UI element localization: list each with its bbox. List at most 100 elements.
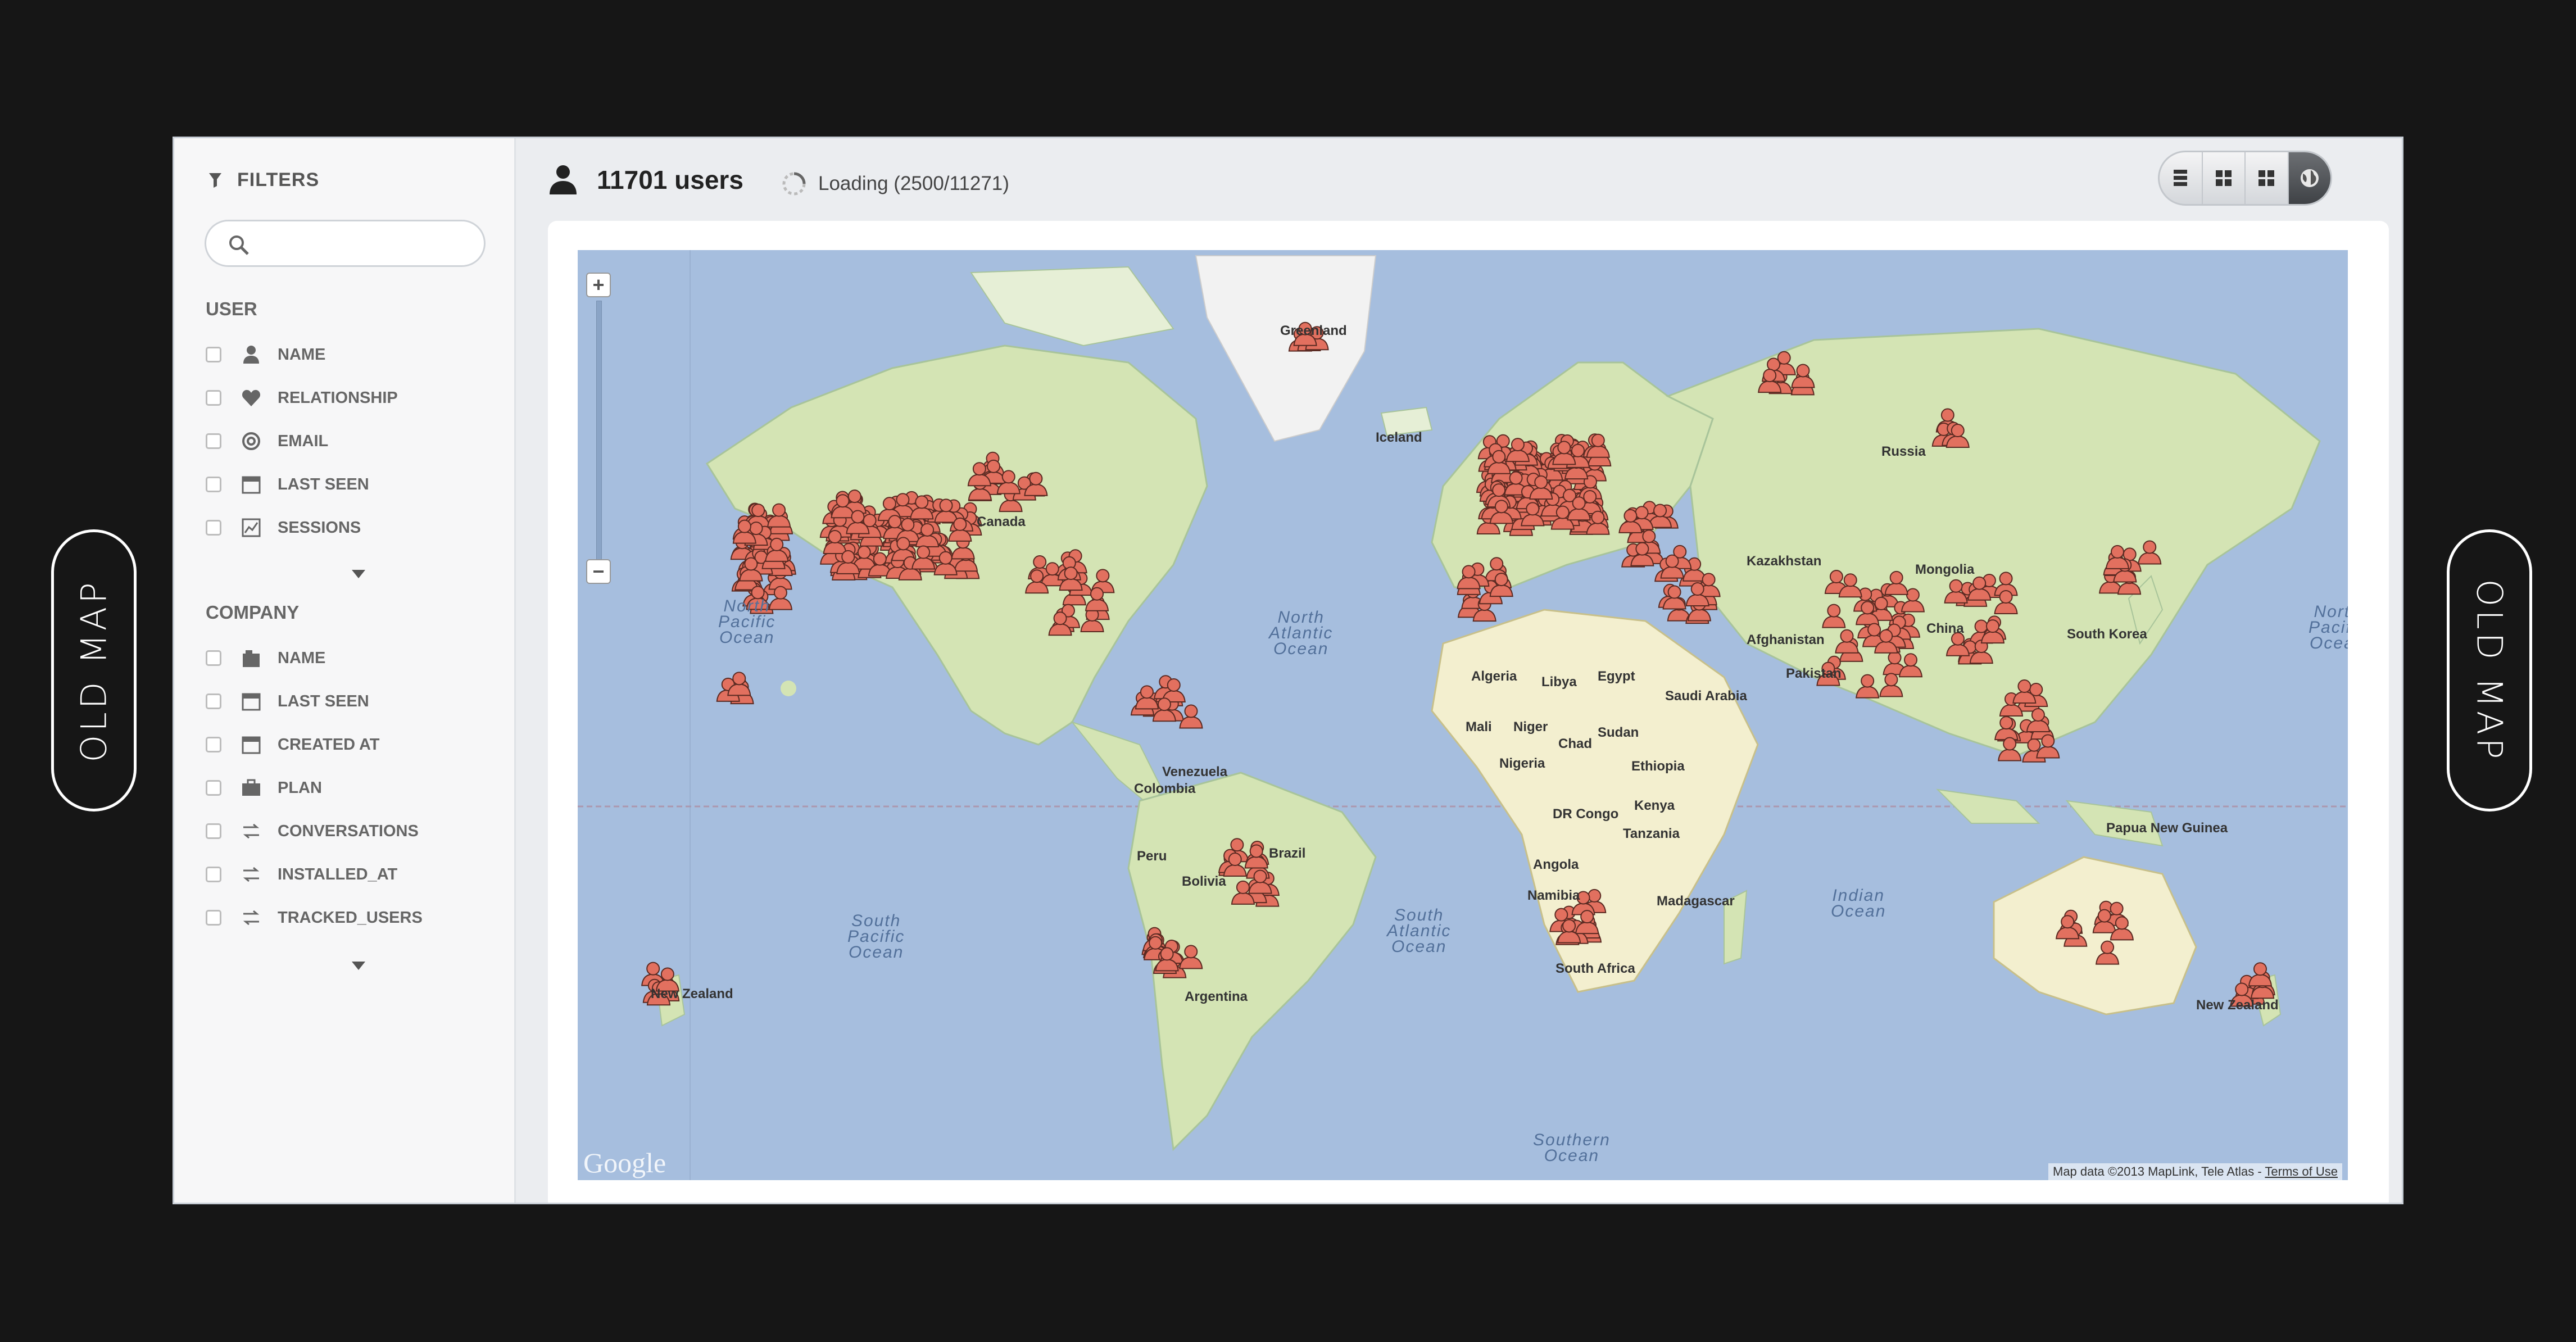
sort-icon xyxy=(239,820,263,842)
map-label-madagascar: Madagascar xyxy=(1657,894,1735,909)
calendar-icon xyxy=(239,691,263,712)
zoom-control: + − xyxy=(586,273,615,610)
tile-view-button[interactable] xyxy=(2246,152,2289,204)
user-icon xyxy=(550,165,577,194)
company-filters-more-icon[interactable] xyxy=(352,962,365,970)
user-marker[interactable] xyxy=(1179,704,1203,729)
map-label-mongolia: Mongolia xyxy=(1915,562,1975,577)
grid-view-button[interactable] xyxy=(2203,152,2246,204)
map-label-nigeria: Nigeria xyxy=(1499,756,1545,771)
filter-label: RELATIONSHIP xyxy=(278,388,398,407)
globe-icon xyxy=(2300,169,2319,187)
ocean-label-north-pacific-east: North Pacific Ocean xyxy=(2309,602,2348,652)
heart-icon xyxy=(239,387,263,409)
map-label-china: China xyxy=(1926,621,1964,636)
checkbox[interactable] xyxy=(206,737,221,752)
filter-label: SESSIONS xyxy=(278,518,361,537)
checkbox[interactable] xyxy=(206,780,221,796)
filter-label: TRACKED_USERS xyxy=(278,908,423,927)
filter-company-name[interactable]: NAME xyxy=(206,644,325,672)
zoom-slider[interactable] xyxy=(596,301,602,560)
loading-text: Loading (2500/11271) xyxy=(818,173,1009,194)
filter-company-conversations[interactable]: CONVERSATIONS xyxy=(206,817,419,845)
filter-user-email[interactable]: EMAIL xyxy=(206,427,328,455)
filter-label: CREATED AT xyxy=(278,735,380,754)
filter-label: INSTALLED_AT xyxy=(278,865,398,883)
filter-user-last-seen[interactable]: LAST SEEN xyxy=(206,470,369,498)
map-label-afghanistan: Afghanistan xyxy=(1747,632,1825,647)
ocean-label-indian: Indian Ocean xyxy=(1831,886,1886,921)
old-map-label-left: OLD MAP xyxy=(51,529,137,811)
map-label-colombia: Colombia xyxy=(1134,781,1196,796)
zoom-out-button[interactable]: − xyxy=(586,559,611,584)
map-label-venezuela: Venezuela xyxy=(1162,764,1228,779)
checkbox[interactable] xyxy=(206,910,221,926)
map-label-new-zealand-west: New Zealand xyxy=(651,986,733,1001)
greenland xyxy=(1195,255,1377,442)
map-label-saudi-arabia: Saudi Arabia xyxy=(1665,688,1747,704)
checkbox[interactable] xyxy=(206,693,221,709)
checkbox[interactable] xyxy=(206,650,221,666)
filters-header[interactable]: FILTERS xyxy=(208,169,319,191)
zoom-in-button[interactable]: + xyxy=(586,273,611,297)
map-panel: North Pacific Ocean North Atlantic Ocean… xyxy=(548,221,2389,1203)
ocean-label-southern: Southern Ocean xyxy=(1533,1131,1611,1165)
loading-status: Loading (2500/11271) xyxy=(780,170,1009,198)
checkbox[interactable] xyxy=(206,823,221,839)
map-label-greenland: Greenland xyxy=(1280,323,1347,338)
map-label-canada: Canada xyxy=(977,514,1026,529)
checkbox[interactable] xyxy=(206,477,221,492)
map-label-dr-congo: DR Congo xyxy=(1553,806,1619,822)
filter-user-relationship[interactable]: RELATIONSHIP xyxy=(206,384,398,412)
user-icon xyxy=(239,344,263,365)
old-map-label-right: OLD MAP xyxy=(2447,529,2532,811)
terms-of-use-link[interactable]: Terms of Use xyxy=(2265,1164,2338,1178)
ocean-label-south-atlantic: South Atlantic Ocean xyxy=(1387,906,1452,956)
filter-label: NAME xyxy=(278,345,326,364)
building-icon xyxy=(239,647,263,669)
filter-company-tracked-users[interactable]: TRACKED_USERS xyxy=(206,904,423,932)
user-filters-more-icon[interactable] xyxy=(352,570,365,578)
map-view-button[interactable] xyxy=(2288,152,2330,204)
map-label-angola: Angola xyxy=(1533,857,1579,872)
filter-company-last-seen[interactable]: LAST SEEN xyxy=(206,687,369,715)
map-label-argentina: Argentina xyxy=(1185,989,1248,1004)
filter-company-plan[interactable]: PLAN xyxy=(206,774,322,802)
view-mode-toggle xyxy=(2158,151,2332,206)
map-label-libya: Libya xyxy=(1541,674,1577,690)
filter-company-installed-at[interactable]: INSTALLED_AT xyxy=(206,860,397,888)
australia xyxy=(1993,856,2197,1015)
world-map[interactable]: North Pacific Ocean North Atlantic Ocean… xyxy=(578,250,2348,1180)
checkbox[interactable] xyxy=(206,390,221,406)
map-label-algeria: Algeria xyxy=(1471,669,1517,684)
filter-label: LAST SEEN xyxy=(278,475,369,493)
filter-company-created-at[interactable]: CREATED AT xyxy=(206,731,380,759)
list-view-button[interactable] xyxy=(2160,152,2203,204)
filter-label: LAST SEEN xyxy=(278,692,369,710)
map-label-south-africa: South Africa xyxy=(1555,961,1635,976)
map-label-egypt: Egypt xyxy=(1598,669,1635,684)
spinner-icon xyxy=(782,172,806,196)
map-label-pakistan: Pakistan xyxy=(1786,666,1842,681)
map-label-brazil: Brazil xyxy=(1269,846,1306,861)
map-label-new-zealand-east: New Zealand xyxy=(2196,998,2279,1013)
user-count: 11701 users xyxy=(547,164,743,196)
user-count-text: 11701 users xyxy=(597,165,743,194)
map-label-namibia: Namibia xyxy=(1527,888,1580,903)
sort-icon xyxy=(239,907,263,928)
user-group-title: USER xyxy=(206,298,257,319)
filters-sidebar: FILTERS USER NAME RELATIONSHIP EMAIL LAS… xyxy=(174,138,516,1203)
filter-search-input[interactable] xyxy=(205,220,486,267)
checkbox[interactable] xyxy=(206,433,221,449)
checkbox[interactable] xyxy=(206,867,221,882)
filter-user-name[interactable]: NAME xyxy=(206,341,325,369)
world-map-graphic xyxy=(578,250,2348,1180)
sort-icon xyxy=(239,864,263,885)
checkbox[interactable] xyxy=(206,347,221,362)
list-icon xyxy=(2174,170,2188,186)
checkbox[interactable] xyxy=(206,520,221,536)
map-label-bolivia: Bolivia xyxy=(1182,874,1226,889)
filter-icon xyxy=(209,173,221,188)
filter-user-sessions[interactable]: SESSIONS xyxy=(206,514,361,542)
old-map-text-right: OLD MAP xyxy=(2469,578,2510,763)
